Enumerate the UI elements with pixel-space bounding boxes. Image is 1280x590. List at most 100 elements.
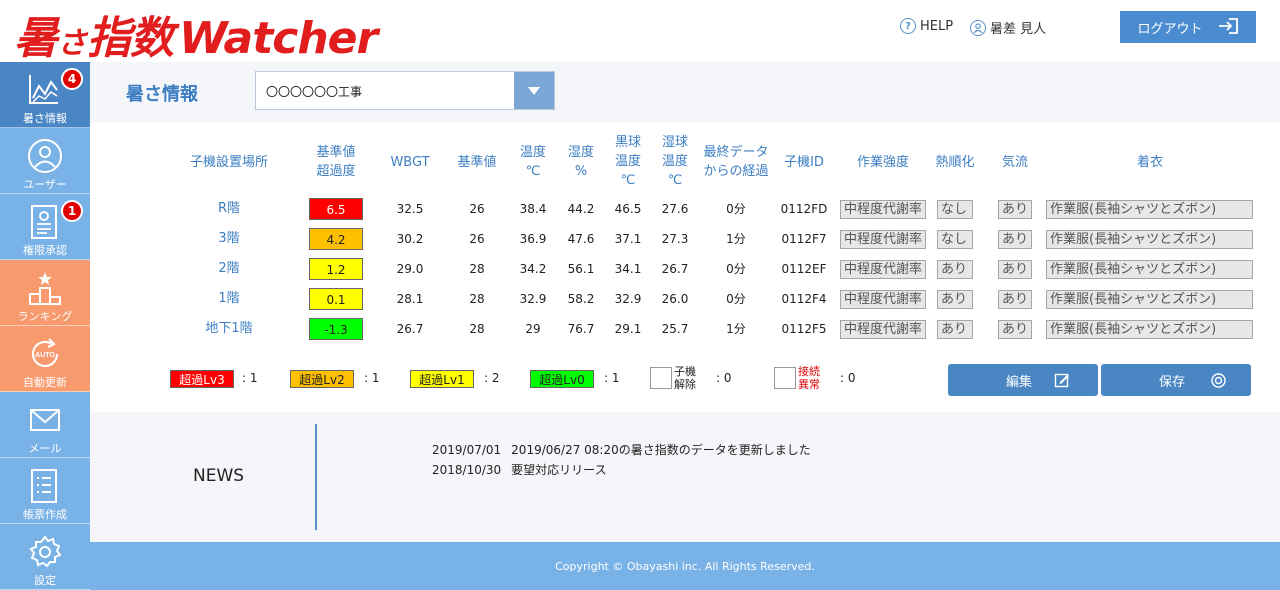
- clothing-select[interactable]: 作業服(長袖シャツとズボン): [1046, 200, 1253, 219]
- header-acclimatization: 熱順化: [935, 155, 975, 170]
- clothing-select[interactable]: 作業服(長袖シャツとズボン): [1046, 260, 1253, 279]
- app-logo[interactable]: 暑 さ 指数 Watcher: [14, 2, 378, 64]
- sidebar-item-heat-info[interactable]: 4 暑さ情報: [0, 62, 90, 128]
- cell-humidity: 47.6: [567, 232, 595, 246]
- work-intensity-select[interactable]: 中程度代謝率: [840, 290, 926, 309]
- cell-elapsed: 0分: [726, 262, 746, 276]
- help-icon: ?: [900, 18, 916, 34]
- work-intensity-select[interactable]: 中程度代謝率: [840, 230, 926, 249]
- airflow-select[interactable]: あり: [998, 290, 1032, 309]
- cell-wbgt: 29.0: [396, 262, 424, 276]
- excess-level-box: -1.3: [309, 318, 363, 340]
- header-wet-line2: 温度: [661, 154, 688, 169]
- cell-location: 1階: [218, 291, 240, 306]
- sidebar-item-mail[interactable]: メール: [0, 392, 90, 458]
- header-unit-id: 子機ID: [784, 155, 824, 170]
- logout-button[interactable]: ログアウト: [1120, 11, 1256, 43]
- cell-wet-bulb: 27.3: [661, 232, 689, 246]
- header-black-line3: ℃: [620, 173, 636, 188]
- cell-black-globe: 29.1: [614, 322, 642, 336]
- cell-temperature: 38.4: [519, 202, 547, 216]
- news-item[interactable]: 2019/07/01 2019/06/27 08:20の暑さ指数のデータを更新しま…: [432, 441, 811, 458]
- user-icon: [28, 139, 62, 173]
- header-humidity: 湿度 %: [558, 143, 604, 181]
- sidebar-item-report[interactable]: 帳票作成: [0, 458, 90, 524]
- cell-location: R階: [217, 201, 241, 216]
- airflow-select[interactable]: あり: [998, 200, 1032, 219]
- sidebar-item-auto-update[interactable]: AUTO 自動更新: [0, 326, 90, 392]
- header-reference: 基準値: [457, 155, 497, 170]
- legend-unit-released-box: [650, 367, 672, 389]
- sidebar-item-settings[interactable]: 設定: [0, 524, 90, 590]
- airflow-select[interactable]: あり: [998, 230, 1032, 249]
- header-black-line2: 温度: [614, 154, 641, 169]
- header-hum-line2: %: [574, 164, 588, 179]
- user-menu[interactable]: 暑差 見人: [970, 18, 1046, 37]
- airflow-select[interactable]: あり: [998, 260, 1032, 279]
- legend-off-line1: 子機: [674, 365, 696, 378]
- legend-err-line1: 接続: [798, 365, 820, 378]
- header-wet-bulb: 湿球 温度 ℃: [652, 133, 698, 190]
- cell-wet-bulb: 26.7: [661, 262, 689, 276]
- work-intensity-select[interactable]: 中程度代謝率: [840, 320, 926, 339]
- dropdown-arrow-icon[interactable]: [514, 72, 554, 109]
- copyright: Copyright © Obayashi inc. All Rights Res…: [555, 559, 815, 573]
- cell-black-globe: 46.5: [614, 202, 642, 216]
- header-temperature: 温度 ℃: [510, 143, 556, 181]
- sidebar-item-ranking[interactable]: ランキング: [0, 260, 90, 326]
- news-text: 要望対応リリース: [511, 463, 607, 477]
- svg-text:AUTO: AUTO: [35, 352, 55, 359]
- news-item[interactable]: 2018/10/30 要望対応リリース: [432, 461, 607, 478]
- clothing-select[interactable]: 作業服(長袖シャツとズボン): [1046, 320, 1253, 339]
- auto-refresh-icon: AUTO: [31, 338, 59, 368]
- logout-icon: [1217, 17, 1239, 38]
- clothing-select[interactable]: 作業服(長袖シャツとズボン): [1046, 230, 1253, 249]
- acclimatization-select[interactable]: あり: [937, 320, 973, 339]
- site-select[interactable]: 〇〇〇〇〇〇工事: [255, 71, 555, 110]
- work-intensity-select[interactable]: 中程度代謝率: [840, 200, 926, 219]
- cell-elapsed: 1分: [726, 232, 746, 246]
- legend-lv3: 超過Lv3: [170, 370, 234, 388]
- header-temp-line1: 温度: [519, 145, 546, 160]
- acclimatization-select[interactable]: あり: [937, 260, 973, 279]
- ranking-icon: [29, 272, 61, 305]
- news-text: 2019/06/27 08:20の暑さ指数のデータを更新しました: [511, 443, 811, 457]
- sidebar-item-approval[interactable]: 1 権限承認: [0, 194, 90, 260]
- logo-part-4: Watcher: [179, 13, 378, 64]
- header-black-globe: 黒球 温度 ℃: [605, 133, 651, 190]
- user-icon: [970, 19, 986, 36]
- cell-location: 3階: [218, 231, 240, 246]
- cell-humidity: 56.1: [567, 262, 595, 276]
- gear-icon: [29, 535, 62, 568]
- cell-elapsed: 0分: [726, 292, 746, 306]
- cell-reference: 26: [469, 232, 485, 246]
- work-intensity-select[interactable]: 中程度代謝率: [840, 260, 926, 279]
- cell-wbgt: 30.2: [396, 232, 424, 246]
- header-temp-line2: ℃: [525, 164, 541, 179]
- cell-humidity: 44.2: [567, 202, 595, 216]
- acclimatization-select[interactable]: あり: [937, 290, 973, 309]
- airflow-select[interactable]: あり: [998, 320, 1032, 339]
- legend-off-line2: 解除: [674, 378, 696, 391]
- sidebar-item-users[interactable]: ユーザー: [0, 128, 90, 194]
- legend-err-line2: 異常: [798, 378, 820, 391]
- cell-unit-id: 0112F5: [781, 322, 827, 336]
- cell-temperature: 34.2: [519, 262, 547, 276]
- user-name: 暑差 見人: [990, 22, 1047, 37]
- acclimatization-select[interactable]: なし: [937, 230, 973, 249]
- clothing-select[interactable]: 作業服(長袖シャツとズボン): [1046, 290, 1253, 309]
- save-button[interactable]: 保存: [1101, 364, 1251, 396]
- report-icon: [31, 469, 57, 503]
- site-select-value: 〇〇〇〇〇〇工事: [266, 85, 363, 99]
- header-hum-line1: 湿度: [567, 145, 594, 160]
- header-airflow: 気流: [1001, 155, 1028, 170]
- logo-part-1: 暑: [14, 13, 58, 64]
- header-location: 子機設置場所: [189, 155, 268, 170]
- edit-button[interactable]: 編集: [948, 364, 1098, 396]
- sidebar-label: ランキング: [17, 310, 73, 323]
- legend-lv0-count: : 1: [604, 371, 620, 385]
- help-link[interactable]: ? HELP: [900, 18, 953, 34]
- cell-wbgt: 32.5: [396, 202, 424, 216]
- logo-part-2: さ: [57, 26, 87, 61]
- acclimatization-select[interactable]: なし: [937, 200, 973, 219]
